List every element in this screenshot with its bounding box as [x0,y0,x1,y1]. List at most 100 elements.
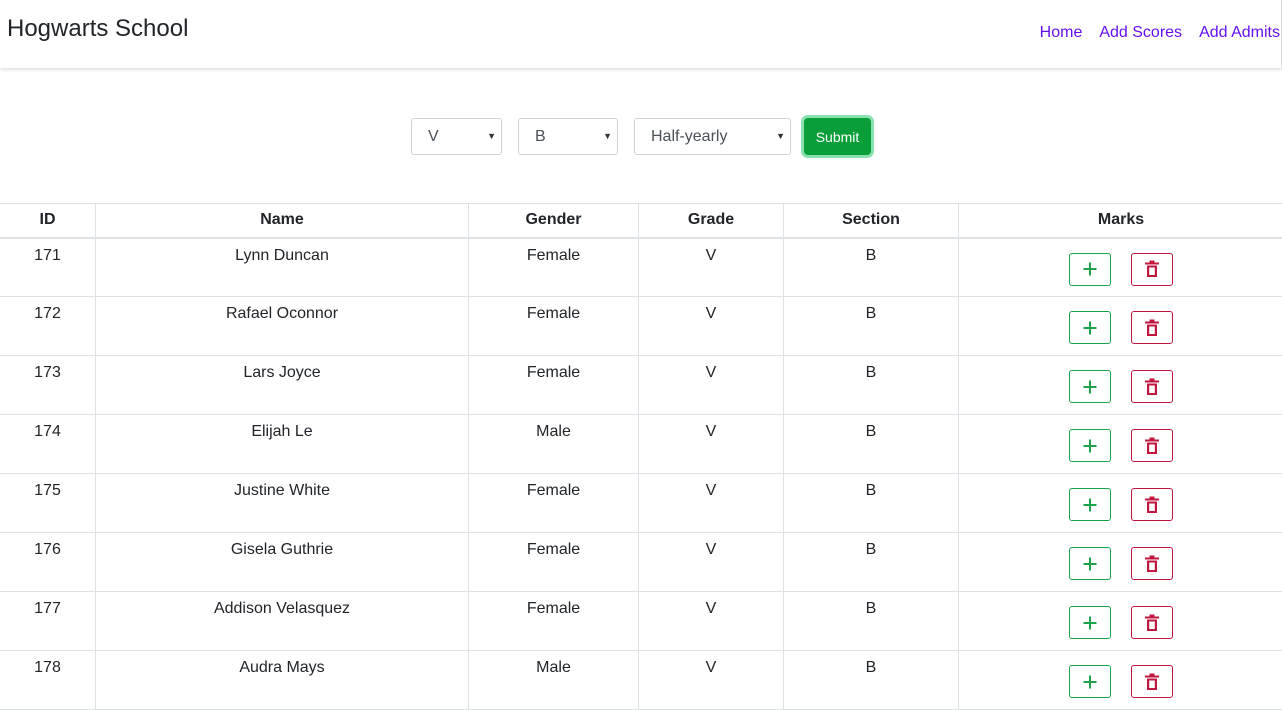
table-header-row: ID Name Gender Grade Section Marks [0,204,1282,238]
nav-link-add-admits[interactable]: Add Admits [1199,23,1280,43]
header-marks: Marks [959,204,1282,238]
table-row: 177 Addison Velasquez Female V B [0,592,1282,651]
plus-icon [1082,379,1098,395]
brand-title[interactable]: Hogwarts School [7,15,188,43]
trash-icon [1145,673,1159,691]
cell-name: Lynn Duncan [96,238,469,297]
cell-id: 176 [0,533,96,592]
delete-button[interactable] [1131,665,1173,698]
section-select-value: B [535,128,546,145]
cell-name: Rafael Oconnor [96,297,469,356]
trash-icon [1145,555,1159,573]
cell-grade: V [639,533,784,592]
cell-name: Addison Velasquez [96,592,469,651]
header-name: Name [96,204,469,238]
cell-id: 178 [0,651,96,710]
trash-icon [1145,496,1159,514]
cell-marks [959,297,1282,356]
cell-gender: Male [469,651,639,710]
add-marks-button[interactable] [1069,488,1111,521]
plus-icon [1082,438,1098,454]
plus-icon [1082,497,1098,513]
cell-grade: V [639,238,784,297]
cell-grade: V [639,356,784,415]
caret-down-icon: ▼ [487,119,496,154]
cell-id: 172 [0,297,96,356]
cell-name: Audra Mays [96,651,469,710]
cell-marks [959,592,1282,651]
grade-select-value: V [428,128,439,145]
caret-down-icon: ▼ [603,119,612,154]
cell-section: B [784,356,959,415]
delete-button[interactable] [1131,547,1173,580]
cell-section: B [784,533,959,592]
trash-icon [1145,260,1159,278]
cell-section: B [784,474,959,533]
trash-icon [1145,614,1159,632]
cell-grade: V [639,297,784,356]
delete-button[interactable] [1131,311,1173,344]
nav-links: Home Add Scores Add Admits [1040,23,1280,43]
cell-section: B [784,592,959,651]
table-row: 173 Lars Joyce Female V B [0,356,1282,415]
table-row: 171 Lynn Duncan Female V B [0,238,1282,297]
plus-icon [1082,674,1098,690]
nav-link-add-scores[interactable]: Add Scores [1099,23,1182,43]
submit-button[interactable]: Submit [804,118,871,155]
delete-button[interactable] [1131,429,1173,462]
cell-section: B [784,415,959,474]
cell-grade: V [639,415,784,474]
delete-button[interactable] [1131,253,1173,286]
plus-icon [1082,261,1098,277]
grade-select[interactable]: V ▼ [411,118,502,155]
cell-grade: V [639,474,784,533]
header-gender: Gender [469,204,639,238]
cell-marks [959,474,1282,533]
delete-button[interactable] [1131,370,1173,403]
cell-section: B [784,238,959,297]
trash-icon [1145,319,1159,337]
filter-bar: V ▼ B ▼ Half-yearly ▼ Submit [0,118,1282,155]
cell-name: Lars Joyce [96,356,469,415]
plus-icon [1082,320,1098,336]
navbar: Hogwarts School Home Add Scores Add Admi… [0,0,1282,68]
section-select[interactable]: B ▼ [518,118,618,155]
cell-section: B [784,651,959,710]
add-marks-button[interactable] [1069,665,1111,698]
header-grade: Grade [639,204,784,238]
cell-marks [959,356,1282,415]
delete-button[interactable] [1131,606,1173,639]
table-row: 174 Elijah Le Male V B [0,415,1282,474]
cell-gender: Female [469,238,639,297]
cell-grade: V [639,592,784,651]
cell-name: Elijah Le [96,415,469,474]
cell-gender: Male [469,415,639,474]
cell-gender: Female [469,474,639,533]
cell-marks [959,533,1282,592]
add-marks-button[interactable] [1069,606,1111,639]
table-body: 171 Lynn Duncan Female V B 172 Rafael Oc… [0,238,1282,710]
add-marks-button[interactable] [1069,547,1111,580]
cell-id: 174 [0,415,96,474]
add-marks-button[interactable] [1069,370,1111,403]
add-marks-button[interactable] [1069,311,1111,344]
cell-marks [959,415,1282,474]
add-marks-button[interactable] [1069,253,1111,286]
term-select-value: Half-yearly [651,128,727,145]
trash-icon [1145,378,1159,396]
header-id: ID [0,204,96,238]
nav-link-home[interactable]: Home [1040,23,1083,43]
cell-id: 171 [0,238,96,297]
header-section: Section [784,204,959,238]
cell-name: Gisela Guthrie [96,533,469,592]
delete-button[interactable] [1131,488,1173,521]
students-table: ID Name Gender Grade Section Marks 171 L… [0,203,1282,710]
term-select[interactable]: Half-yearly ▼ [634,118,791,155]
add-marks-button[interactable] [1069,429,1111,462]
trash-icon [1145,437,1159,455]
cell-id: 173 [0,356,96,415]
cell-gender: Female [469,297,639,356]
cell-grade: V [639,651,784,710]
plus-icon [1082,556,1098,572]
cell-gender: Female [469,356,639,415]
